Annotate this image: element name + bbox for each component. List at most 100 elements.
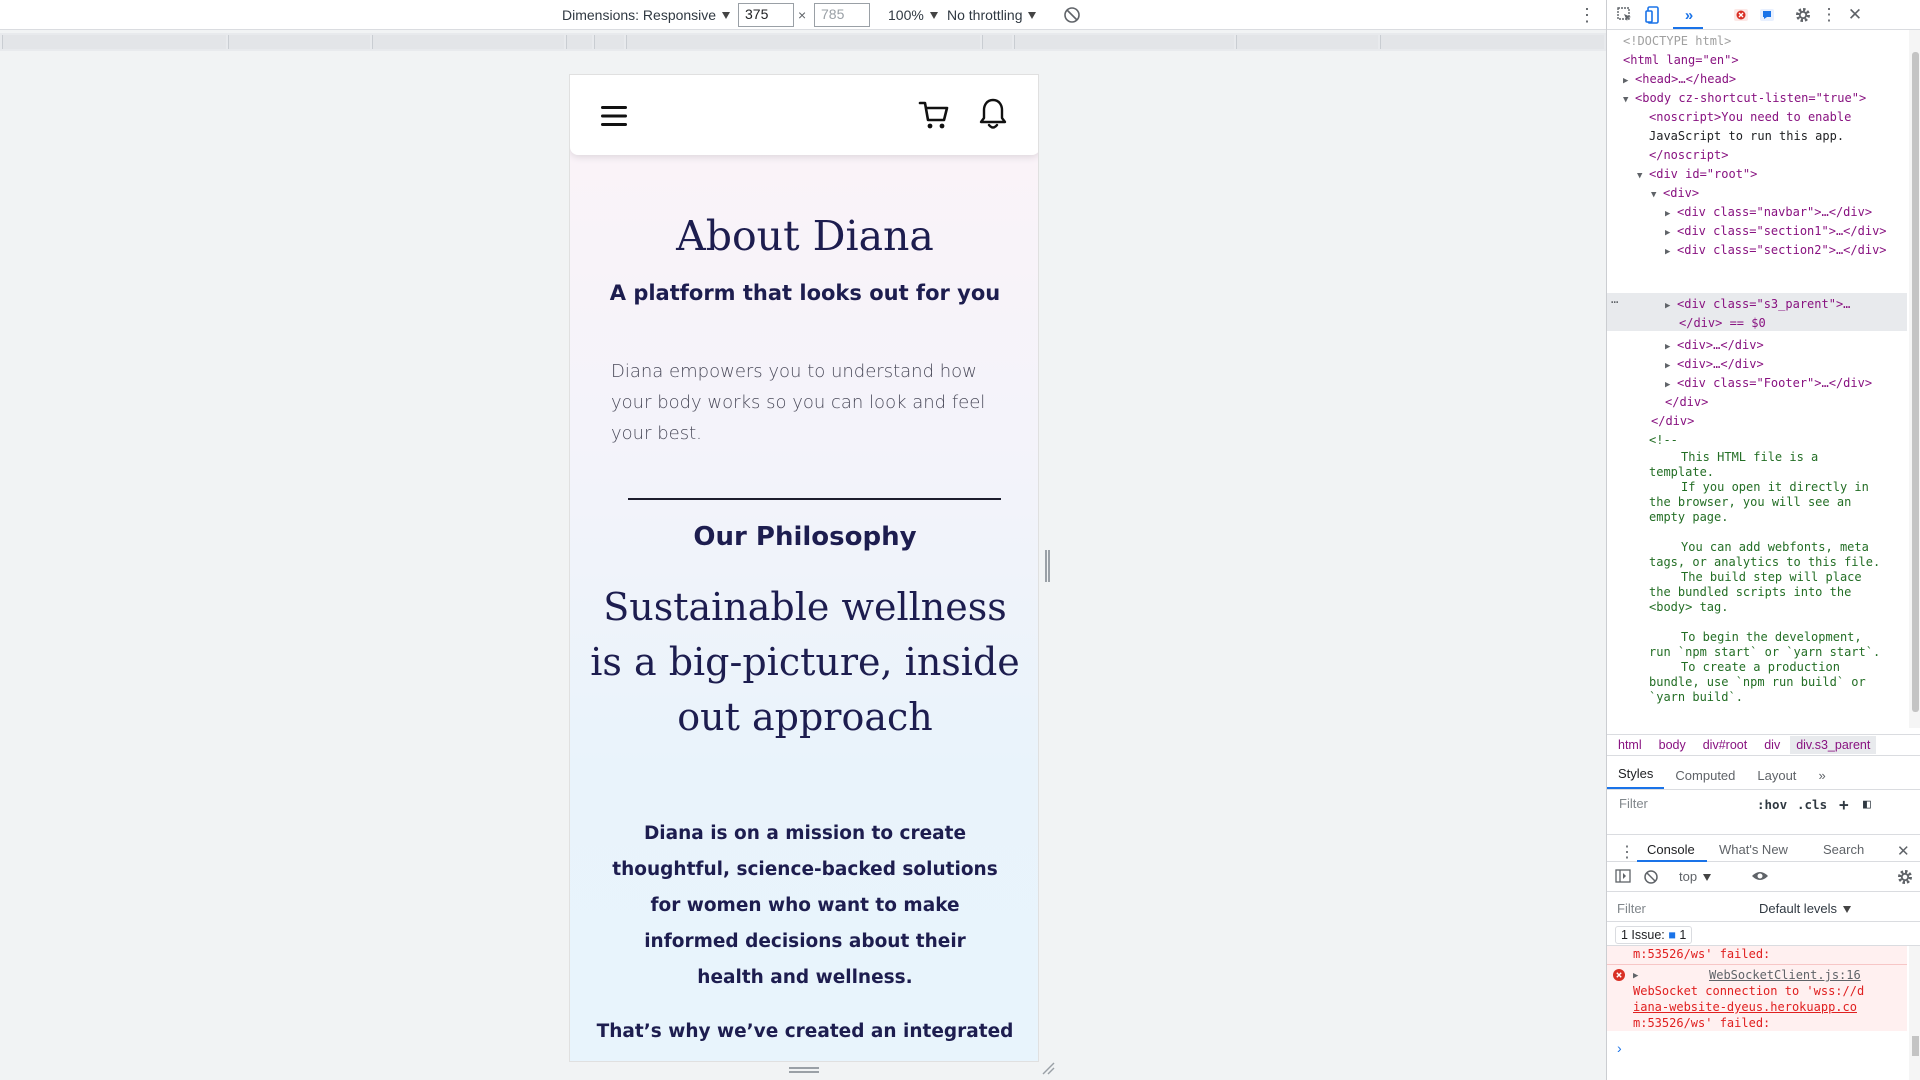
zoom-dropdown[interactable]: 100%	[888, 0, 938, 30]
root-node[interactable]: <div id="root">	[1649, 167, 1757, 181]
comment-line: <body> tag.	[1649, 600, 1729, 614]
more-options-icon[interactable]: ⋮	[1578, 0, 1596, 30]
bell-icon[interactable]	[978, 97, 1008, 136]
ruler-segment[interactable]	[228, 35, 370, 49]
html-node[interactable]: <html lang="en">	[1623, 53, 1739, 67]
ruler-segment[interactable]	[1380, 35, 1604, 49]
more-tabs-icon[interactable]: »	[1679, 5, 1699, 25]
more-tabs-icon[interactable]: »	[1807, 768, 1836, 789]
cls-toggle[interactable]: .cls	[1797, 797, 1827, 812]
ruler-segment[interactable]	[1014, 35, 1234, 49]
div-node[interactable]: <div>…</div>	[1677, 357, 1764, 371]
comment-line: The build step will place	[1681, 570, 1862, 584]
close-devtools-icon[interactable]: ✕	[1845, 5, 1865, 25]
console-prompt-icon[interactable]: ›	[1617, 1040, 1622, 1056]
section2-node[interactable]: <div class="section2">…</div>	[1677, 243, 1887, 257]
inspect-element-icon[interactable]	[1615, 5, 1635, 25]
drawer-menu-icon[interactable]: ⋮	[1619, 842, 1635, 862]
dimensions-dropdown[interactable]: Dimensions: Responsive	[562, 0, 731, 30]
console-filter-input[interactable]: Filter	[1617, 901, 1646, 916]
div-node[interactable]: <div>	[1663, 186, 1699, 200]
breadcrumb-item-current[interactable]: div.s3_parent	[1790, 736, 1877, 754]
error-source-link[interactable]: WebSocketClient.js:16	[1709, 967, 1861, 983]
context-selector[interactable]: top	[1679, 869, 1712, 884]
sidebar-toggle-icon[interactable]	[1615, 869, 1631, 886]
expand-triangle-icon[interactable]: ▶	[1633, 968, 1638, 984]
new-rule-plus-icon[interactable]: +	[1839, 795, 1849, 814]
media-query-ruler[interactable]	[0, 33, 1606, 51]
grip-icon	[789, 1067, 819, 1073]
console-settings-gear-icon[interactable]	[1897, 869, 1913, 888]
throttling-dropdown[interactable]: No throttling	[947, 0, 1037, 30]
comment-line: tags, or analytics to this file.	[1649, 555, 1881, 569]
styles-filter-input[interactable]: Filter	[1613, 794, 1753, 814]
customize-menu-icon[interactable]: ⋮	[1819, 5, 1839, 25]
messages-count-icon[interactable]	[1757, 5, 1777, 25]
ruler-segment[interactable]	[626, 35, 980, 49]
breadcrumb-item[interactable]: html	[1618, 738, 1642, 752]
close-drawer-icon[interactable]: ✕	[1897, 842, 1910, 860]
live-expression-eye-icon[interactable]	[1751, 869, 1769, 886]
navbar	[570, 75, 1038, 155]
ruler-segment[interactable]	[982, 35, 1012, 49]
elements-scrollbar[interactable]	[1909, 30, 1920, 728]
console-error-messages: m:53526/ws' failed: ▶ WebSocketClient.js…	[1607, 946, 1907, 1031]
s3-parent-node[interactable]: <div class="s3_parent">…	[1677, 297, 1850, 311]
dimensions-label: Dimensions: Responsive	[562, 7, 717, 23]
breadcrumb-item[interactable]: div#root	[1703, 738, 1747, 752]
noscript-node[interactable]: <noscript>You need to enable	[1649, 110, 1851, 124]
resize-handle-right[interactable]	[1045, 550, 1050, 582]
doctype-node[interactable]: <!DOCTYPE html>	[1623, 34, 1731, 48]
error-url-line[interactable]: iana-website-dyeus.herokuapp.co	[1633, 999, 1857, 1015]
clear-console-icon[interactable]	[1643, 869, 1659, 888]
toggle-sidebar-icon[interactable]: ◧	[1863, 797, 1871, 812]
integrated-text: That’s why we’ve created an integrated	[596, 1021, 1014, 1042]
ruler-segment[interactable]	[372, 35, 564, 49]
hov-toggle[interactable]: :hov	[1757, 797, 1787, 812]
tab-search[interactable]: Search	[1823, 842, 1864, 857]
height-input[interactable]: 785	[814, 3, 870, 27]
comment-line: `yarn build`.	[1649, 690, 1743, 704]
section1-node[interactable]: <div class="section1">…</div>	[1677, 224, 1887, 238]
rotate-icon[interactable]	[1063, 0, 1081, 30]
tab-whats-new[interactable]: What's New	[1719, 842, 1788, 857]
width-input[interactable]: 375	[738, 3, 794, 27]
footer-node[interactable]: <div class="Footer">…</div>	[1677, 376, 1872, 390]
scroll-thumb[interactable]	[1912, 1036, 1919, 1056]
expand-triangle-icon[interactable]: ▶	[1665, 243, 1677, 262]
philosophy-title: Our Philosophy	[693, 522, 917, 552]
node-actions-icon[interactable]: ⋯	[1611, 293, 1618, 312]
tab-layout[interactable]: Layout	[1746, 768, 1807, 789]
ruler-segment[interactable]	[566, 35, 592, 49]
settings-gear-icon[interactable]	[1793, 5, 1813, 25]
breadcrumb-item[interactable]: div	[1764, 738, 1780, 752]
noscript-close[interactable]: </noscript>	[1649, 148, 1728, 162]
comment-line: empty page.	[1649, 510, 1729, 524]
tab-computed[interactable]: Computed	[1664, 768, 1746, 789]
breadcrumb-item[interactable]: body	[1659, 738, 1686, 752]
body-node[interactable]: <body cz-shortcut-listen="true">	[1635, 91, 1866, 105]
ruler-segment[interactable]	[1236, 35, 1378, 49]
issues-button[interactable]: 1 Issue: ■ 1	[1615, 926, 1693, 944]
scroll-thumb[interactable]	[1912, 52, 1919, 712]
ruler-segment[interactable]	[594, 35, 624, 49]
collapse-triangle-icon[interactable]: ▼	[1637, 167, 1649, 186]
head-node[interactable]: <head>…</head>	[1635, 72, 1736, 86]
tab-console[interactable]: Console	[1647, 842, 1695, 857]
collapse-triangle-icon[interactable]: ▼	[1651, 186, 1663, 205]
collapse-triangle-icon[interactable]: ▼	[1623, 91, 1635, 110]
expand-triangle-icon[interactable]: ▶	[1665, 297, 1677, 316]
navbar-node[interactable]: <div class="navbar">…</div>	[1677, 205, 1872, 219]
ruler-segment[interactable]	[2, 35, 226, 49]
tab-styles[interactable]: Styles	[1607, 766, 1665, 789]
resize-corner-icon[interactable]	[1040, 1060, 1056, 1076]
devtools-panel: » ⋮ ✕ ⋯ <!DOCTYPE html> <html lang="en">…	[1606, 0, 1920, 1080]
cart-icon[interactable]	[918, 99, 950, 136]
hamburger-menu-icon[interactable]	[601, 105, 627, 132]
error-count-icon[interactable]	[1731, 5, 1751, 25]
console-scrollbar[interactable]	[1909, 946, 1920, 1080]
log-levels-dropdown[interactable]: Default levels	[1759, 901, 1852, 916]
div-node[interactable]: <div>…</div>	[1677, 338, 1764, 352]
device-toggle-icon[interactable]	[1643, 5, 1663, 25]
resize-handle-bottom[interactable]	[569, 1062, 1039, 1080]
